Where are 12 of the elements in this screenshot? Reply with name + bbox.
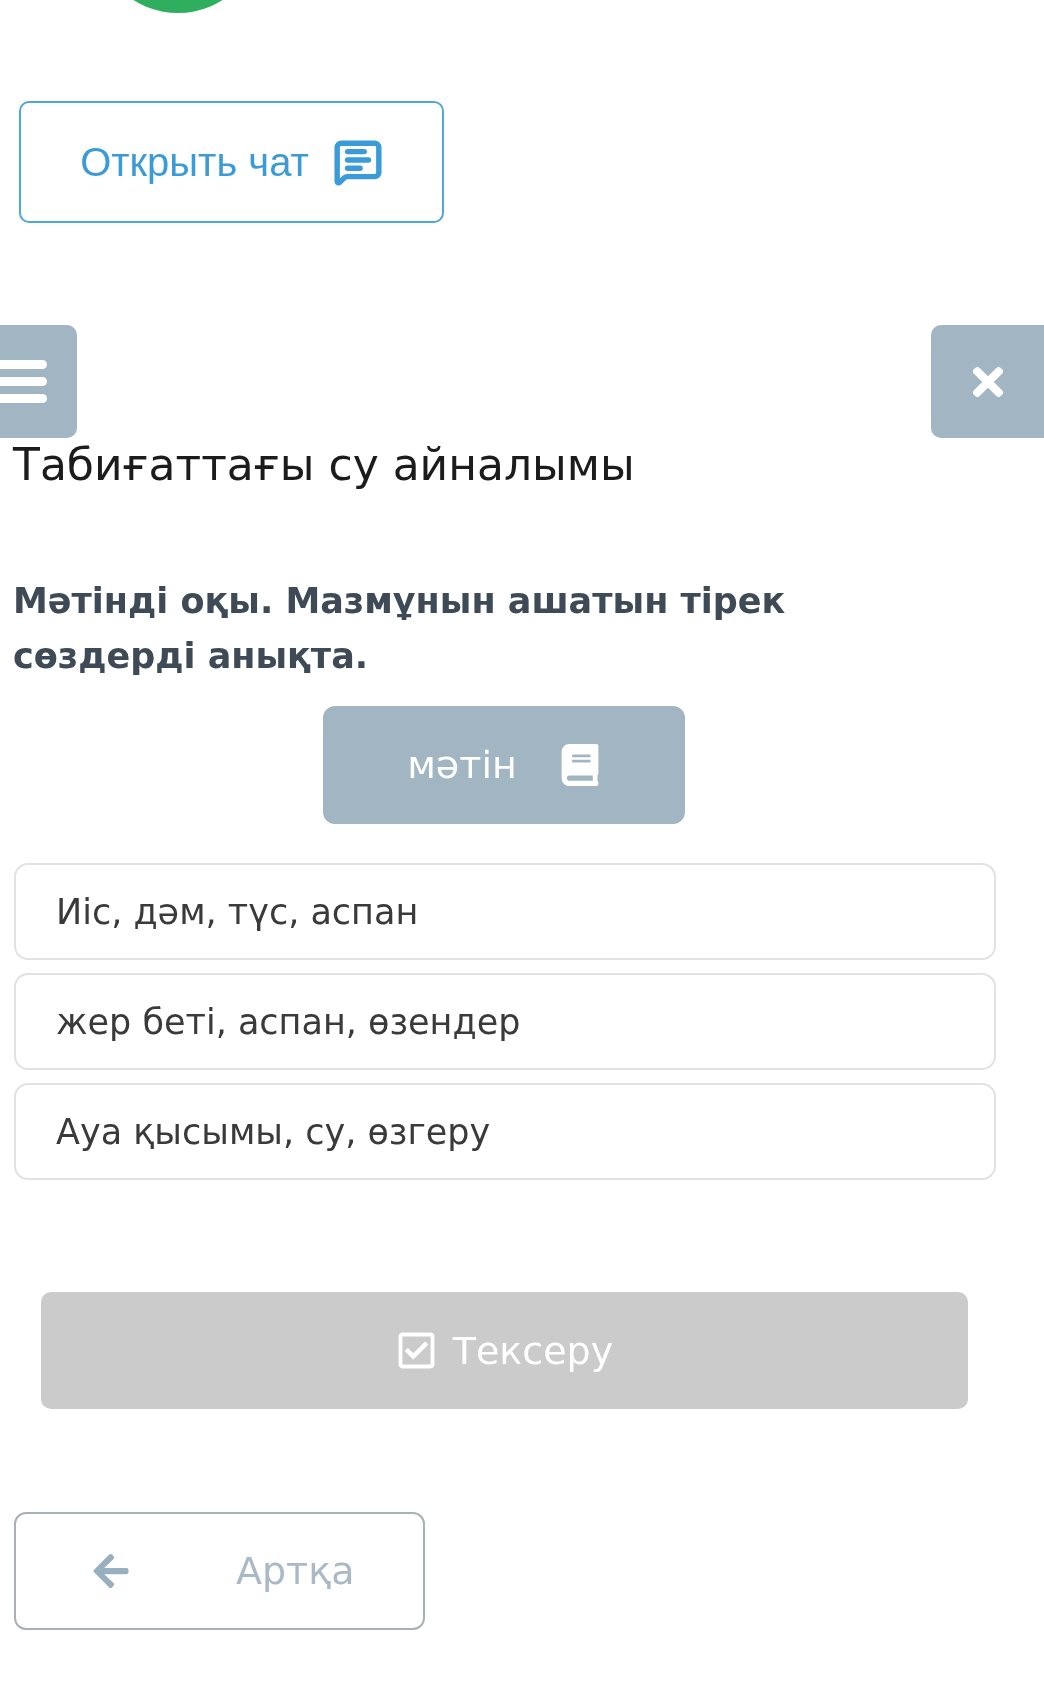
back-button[interactable]: Артқа <box>14 1512 425 1630</box>
lesson-title: Табиғаттағы су айналымы <box>13 438 635 491</box>
close-button[interactable] <box>931 325 1044 438</box>
open-chat-button[interactable]: Открыть чат <box>19 101 444 223</box>
answer-option[interactable]: Иіс, дәм, түс, аспан <box>14 863 996 960</box>
left-arrow-icon <box>91 1551 131 1591</box>
menu-icon <box>0 360 47 403</box>
answer-option[interactable]: Ауа қысымы, су, өзгеру <box>14 1083 996 1180</box>
task-instruction: Мәтінді оқы. Мазмұнын ашатын тірек сөздерді анықта. <box>13 580 787 678</box>
menu-button[interactable] <box>0 325 77 438</box>
answer-option[interactable]: жер беті, аспан, өзендер <box>14 973 996 1070</box>
text-button[interactable]: мәтін <box>323 706 685 824</box>
